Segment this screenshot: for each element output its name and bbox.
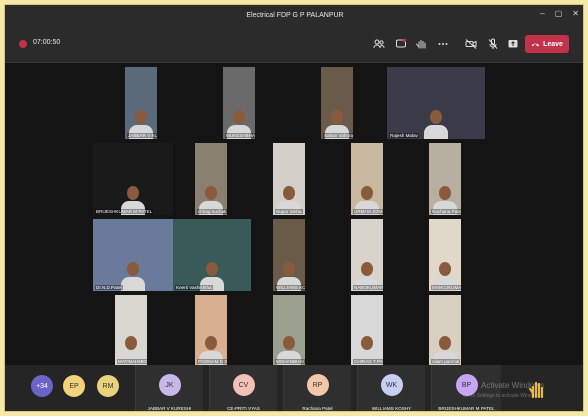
video-tile[interactable]: Rajesh Malav	[387, 67, 485, 139]
video-tile[interactable]: Keerti Vashishtha	[173, 219, 251, 291]
participant-figure	[424, 110, 448, 139]
participant-name: WILLIAMS KOSHY	[275, 285, 305, 290]
participant-name: Rachana Patel	[431, 209, 461, 214]
video-tile[interactable]: Sahan Vahora	[321, 67, 353, 139]
video-tile[interactable]: POONAM D SHETH	[195, 295, 227, 365]
avatar: RP	[306, 374, 329, 396]
participant-tile[interactable]: WK WILLIAMS KOSHY	[357, 365, 425, 411]
video-tile[interactable]: CHIRAG T PATEL	[351, 295, 383, 365]
participant-name: Dr.N.D.Patel	[95, 285, 123, 290]
participant-tile[interactable]: CV CE-PRITI VYAS	[209, 365, 277, 411]
avatar: CV	[232, 374, 255, 396]
participant-name: Rachana Patel	[302, 406, 333, 411]
participant-name: CHIRAG T PATEL	[353, 359, 383, 364]
video-grid: JABBAR V KURESHI MUKESHBHAI K ZALA Sahan V…	[5, 63, 583, 365]
participant-name: POONAM D SHETH	[197, 359, 227, 364]
share-button[interactable]	[505, 36, 521, 52]
raised-hand-icon	[528, 379, 545, 399]
participant-name: chirag suchak	[197, 209, 227, 214]
participant-name: MANOJKUMAR S PATEL	[431, 285, 461, 290]
participant-name: MOHANBHAI PALMAR	[275, 359, 305, 364]
video-tile[interactable]: NABOKUMAR C BARMAN	[351, 219, 383, 291]
video-tile[interactable]: nilam parchal	[429, 295, 461, 365]
participant-name: NABOKUMAR C BARMAN	[353, 285, 383, 290]
roster-avatar[interactable]: RM	[97, 375, 119, 397]
leave-button[interactable]: Leave	[525, 35, 569, 53]
maximize-button[interactable]: ▢	[555, 9, 563, 19]
video-tile[interactable]: URMI M JOSHI	[351, 143, 383, 215]
teams-meeting-window: Electrical FDP G P PALANPUR – ▢ ✕ 07:00:…	[4, 4, 584, 412]
participant-tile[interactable]: JK JABBAR V KURESHI	[135, 365, 203, 411]
leave-label: Leave	[543, 40, 563, 48]
video-tile[interactable]: Nupur Sinha	[273, 143, 305, 215]
recording-indicator-icon	[19, 40, 27, 48]
overflow-participants-button[interactable]: +34	[31, 375, 53, 397]
participant-name: Rajesh Malav	[389, 133, 419, 138]
participant-name: MUKESHBHAI K ZALA	[225, 133, 255, 138]
window-controls: – ▢ ✕	[540, 9, 579, 19]
avatar-initials: WK	[385, 381, 398, 389]
participant-name: JABBAR V KURESHI	[147, 406, 192, 411]
participant-name: Nupur Sinha	[275, 209, 303, 214]
chat-icon	[396, 38, 407, 48]
roster-initials: EP	[69, 382, 79, 390]
video-tile[interactable]: MOHANBHAI PALMAR	[273, 295, 305, 365]
camera-off-icon	[465, 39, 477, 49]
react-button[interactable]	[413, 36, 429, 52]
avatar-initials: JK	[165, 381, 174, 389]
more-icon	[438, 43, 448, 45]
title-bar: Electrical FDP G P PALANPUR – ▢ ✕	[5, 5, 583, 25]
participant-figure	[121, 262, 145, 291]
phone-hangup-icon	[531, 43, 540, 46]
share-screen-icon	[508, 40, 518, 48]
video-tile[interactable]: WILLIAMS KOSHY	[273, 219, 305, 291]
video-tile[interactable]: Dr.N.D.Patel	[93, 219, 173, 291]
participant-name: BRIJESHKUMAR M PATEL	[438, 406, 495, 411]
raise-hand-icon	[416, 40, 426, 49]
close-button[interactable]: ✕	[572, 9, 579, 19]
avatar: JK	[158, 374, 181, 396]
participant-name: nilam parchal	[431, 359, 461, 364]
mic-button[interactable]	[485, 36, 501, 52]
more-options-button[interactable]	[435, 36, 451, 52]
participant-name: WILLIAMS KOSHY	[371, 406, 412, 411]
video-tile[interactable]: MATINAHMED S BAGED	[115, 295, 147, 365]
overflow-count: +34	[36, 382, 48, 390]
avatar: WK	[380, 374, 403, 396]
people-button[interactable]	[371, 36, 387, 52]
minimize-button[interactable]: –	[540, 9, 544, 19]
video-tile[interactable]: MUKESHBHAI K ZALA	[223, 67, 255, 139]
participant-name: Sahan Vahora	[323, 133, 353, 138]
roster-avatar[interactable]: EP	[63, 375, 85, 397]
roster-initials: RM	[102, 382, 114, 390]
participant-name: BRIJESHKUMAR M PATEL	[95, 209, 154, 214]
participant-name: Keerti Vashishtha	[175, 285, 213, 290]
window-title: Electrical FDP G P PALANPUR	[246, 11, 344, 19]
meeting-toolbar: 07:00:50 Leave	[5, 25, 583, 63]
participant-strip: +34 EP RM JK JABBAR V KURESHI CV CE-PRITI V…	[5, 365, 583, 411]
participant-tile[interactable]: RP Rachana Patel	[283, 365, 351, 411]
video-tile[interactable]: Rachana Patel	[429, 143, 461, 215]
avatar-initials: BP	[461, 381, 472, 389]
video-tile[interactable]: chirag suchak	[195, 143, 227, 215]
people-icon	[373, 39, 385, 49]
video-tile[interactable]: JABBAR V KURESHI	[125, 67, 157, 139]
meeting-timer: 07:00:50	[33, 39, 61, 46]
participant-name: CE-PRITI VYAS	[227, 406, 260, 411]
camera-button[interactable]	[463, 36, 479, 52]
mic-off-icon	[488, 38, 498, 49]
chat-button[interactable]	[393, 36, 409, 52]
video-tile[interactable]: MANOJKUMAR S PATEL	[429, 219, 461, 291]
avatar-initials: CV	[238, 381, 249, 389]
participant-name: MATINAHMED S BAGED	[117, 359, 147, 364]
avatar-initials: RP	[312, 381, 323, 389]
video-tile[interactable]: BRIJESHKUMAR M PATEL	[93, 143, 173, 215]
participant-name: JABBAR V KURESHI	[127, 133, 157, 138]
participant-name: URMI M JOSHI	[353, 209, 383, 214]
